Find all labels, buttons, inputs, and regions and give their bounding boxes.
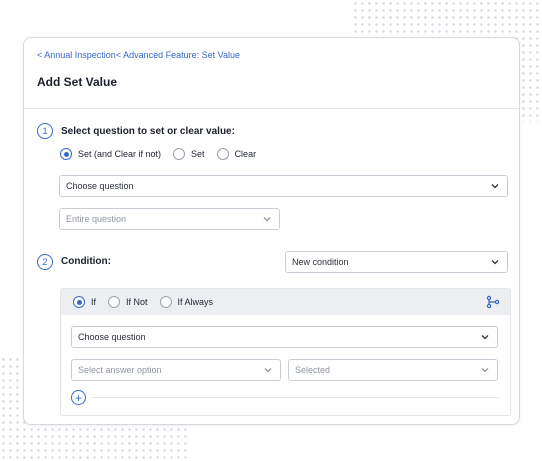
radio-label: If	[91, 297, 97, 307]
radio-button-icon	[108, 296, 121, 308]
breadcrumb-annual-inspection[interactable]: < Annual Inspection	[37, 50, 116, 60]
chevron-down-icon	[481, 335, 489, 340]
radio-clear[interactable]: Clear	[216, 148, 257, 160]
select-value: New condition	[292, 257, 349, 267]
radio-if-not[interactable]: If Not	[108, 296, 148, 308]
radio-label: If Always	[177, 297, 214, 307]
radio-label: Clear	[234, 149, 257, 159]
radio-button-icon	[159, 296, 172, 308]
chevron-down-icon	[264, 368, 272, 373]
breadcrumb: < Annual Inspection< Advanced Feature: S…	[37, 50, 240, 60]
chevron-down-icon	[481, 368, 489, 373]
condition-mode-bar: If If Not If Always	[61, 289, 510, 315]
answer-option-select[interactable]: Select answer option	[71, 359, 281, 381]
header-divider	[24, 108, 519, 109]
radio-button-icon	[60, 148, 72, 160]
select-value: Choose question	[66, 181, 134, 191]
branch-icon[interactable]	[486, 295, 500, 309]
radio-if[interactable]: If	[73, 296, 96, 308]
chevron-down-icon	[263, 217, 271, 222]
step-1-label: Select question to set or clear value:	[61, 126, 235, 137]
radio-button-icon	[216, 148, 229, 160]
radio-button-icon	[73, 296, 85, 308]
radio-label: If Not	[126, 297, 148, 307]
step-2-label: Condition:	[61, 256, 111, 267]
radio-button-icon	[173, 148, 186, 160]
select-value: Select answer option	[78, 365, 162, 375]
target-question-select[interactable]: Choose question	[59, 175, 508, 197]
step-1-number: 1	[37, 123, 53, 139]
select-value: Selected	[295, 365, 331, 375]
radio-if-always[interactable]: If Always	[159, 296, 214, 308]
question-scope-select[interactable]: Entire question	[59, 208, 280, 230]
select-value: Entire question	[66, 214, 127, 224]
set-mode-radio-group: Set (and Clear if not) Set Clear	[60, 148, 268, 160]
radio-set-and-clear[interactable]: Set (and Clear if not)	[60, 148, 161, 160]
radio-label: Set (and Clear if not)	[78, 149, 162, 159]
chevron-down-icon	[491, 260, 499, 265]
add-condition-button[interactable]: +	[71, 390, 86, 405]
step-2-number: 2	[37, 254, 53, 270]
chevron-down-icon	[491, 184, 499, 189]
radio-set[interactable]: Set	[173, 148, 205, 160]
page-title: Add Set Value	[37, 75, 118, 89]
condition-question-select[interactable]: Choose question	[71, 326, 498, 348]
condition-panel: If If Not If Always Choose question Sele…	[60, 288, 511, 416]
condition-select[interactable]: New condition	[285, 251, 508, 273]
select-value: Choose question	[78, 332, 146, 342]
answer-state-select[interactable]: Selected	[288, 359, 498, 381]
condition-mode-radio-group: If If Not If Always	[73, 296, 225, 308]
add-condition-divider	[91, 397, 500, 398]
radio-label: Set	[191, 149, 205, 159]
breadcrumb-advanced-feature[interactable]: < Advanced Feature: Set Value	[116, 50, 240, 60]
set-value-card: < Annual Inspection< Advanced Feature: S…	[23, 37, 520, 425]
